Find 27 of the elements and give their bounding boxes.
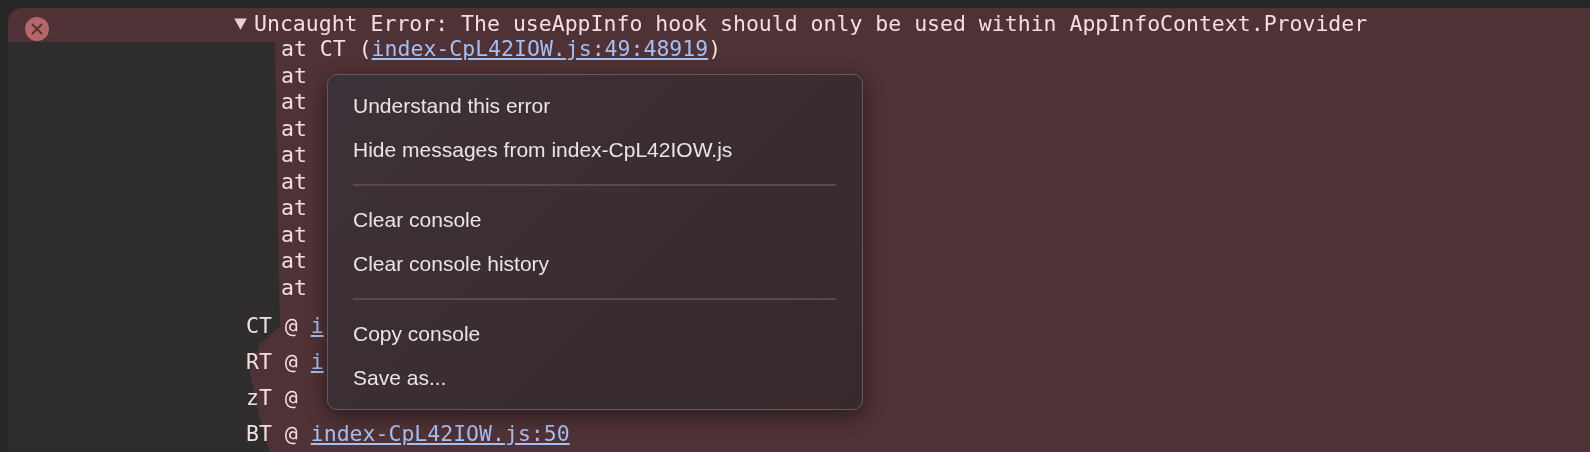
source-link[interactable]: index-CpL42IOW.js:49:48919 xyxy=(371,36,709,63)
menu-item[interactable]: Understand this error xyxy=(328,84,576,128)
function-name: zT @ xyxy=(246,384,298,412)
stack-frame-text: at xyxy=(281,142,307,169)
error-icon xyxy=(25,17,49,41)
stack-frame-text: at xyxy=(281,221,307,248)
stack-frame-text: at xyxy=(281,115,307,142)
stack-frame-text: at xyxy=(281,62,307,89)
stack-frame-text: at xyxy=(281,168,307,195)
menu-item[interactable]: Hide messages from index-CpL42IOW.js xyxy=(328,128,758,172)
menu-item[interactable]: Copy console xyxy=(328,312,506,356)
stack-frame-text: at xyxy=(281,248,307,275)
function-name: RT @ xyxy=(246,348,298,376)
menu-item[interactable]: Clear console history xyxy=(328,242,575,286)
stack-frame-text: ) xyxy=(708,36,722,63)
menu-item[interactable]: Save as... xyxy=(328,356,472,400)
menu-item[interactable]: Clear console xyxy=(328,198,507,242)
stack-frame-text: at xyxy=(281,195,307,222)
source-link[interactable]: i xyxy=(310,311,324,347)
stack-frame-text: at CT ( xyxy=(281,36,372,63)
function-name: BT @ xyxy=(246,420,298,448)
stack-frame-text: at xyxy=(281,89,307,116)
error-message: Uncaught Error: The useAppInfo hook should only be used within AppInfoContext.Provider xyxy=(254,10,1368,36)
source-link[interactable]: i xyxy=(310,347,324,383)
stack-frame-text: at xyxy=(281,274,307,301)
function-name: CT @ xyxy=(246,312,298,340)
source-link[interactable]: index-CpL42IOW.js:50 xyxy=(310,419,570,452)
